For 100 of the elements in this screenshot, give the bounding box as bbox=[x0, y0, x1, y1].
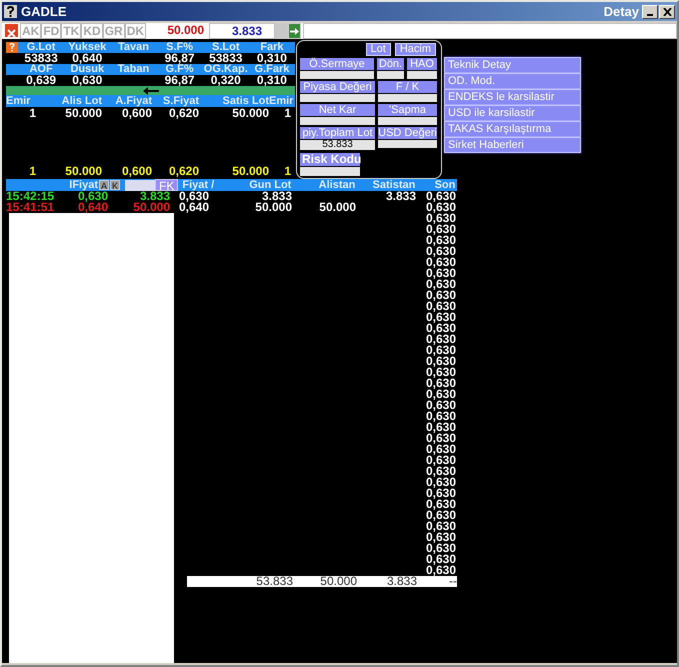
table-cell-text: 0,640 bbox=[178, 202, 209, 213]
value-field: 53.833 bbox=[300, 140, 375, 150]
trade-price: 0,630 bbox=[78, 191, 108, 202]
table-cell-text: 50.000 bbox=[64, 107, 102, 119]
toolbar-tab[interactable]: GR bbox=[102, 23, 125, 39]
value-field bbox=[378, 117, 437, 125]
column-header: Fark bbox=[259, 42, 285, 53]
trade-lot: 50.000 bbox=[132, 202, 170, 213]
table-cell-text: 50.000 bbox=[231, 165, 269, 177]
toolbar-tab[interactable]: AK bbox=[20, 23, 42, 39]
menu-item[interactable]: USD ile karsilastir bbox=[444, 105, 581, 121]
column-header: Emir bbox=[269, 95, 294, 107]
column-header: G.F% bbox=[166, 64, 195, 75]
total-cell-text: 53.833 bbox=[255, 576, 293, 587]
table-cell-text: 0,630 bbox=[424, 202, 456, 213]
menu-item[interactable]: OD. Mod. bbox=[444, 73, 581, 89]
table-cell-text: 0,630 bbox=[424, 466, 456, 477]
table-cell-text: 0,630 bbox=[424, 268, 456, 279]
popup-button[interactable]: Hacim bbox=[394, 43, 436, 56]
table-cell-text: 0,630 bbox=[424, 235, 456, 246]
table-cell-text: 0,630 bbox=[424, 213, 456, 224]
table-cell-text: 0,620 bbox=[168, 107, 199, 119]
table-cell-text: 1 bbox=[28, 165, 36, 177]
value-field bbox=[378, 140, 437, 148]
filter-button[interactable]: A bbox=[99, 180, 109, 190]
table-cell-text: 0,630 bbox=[424, 422, 456, 433]
table-cell-text: 0,630 bbox=[424, 532, 456, 543]
table-cell-text: 0,630 bbox=[424, 411, 456, 422]
trade-price: 0,640 bbox=[76, 202, 108, 213]
go-button[interactable] bbox=[288, 23, 302, 39]
table-cell-text: 0,630 bbox=[424, 543, 456, 554]
toolbar-tab[interactable]: DK bbox=[124, 23, 146, 39]
close-icon[interactable] bbox=[5, 24, 18, 37]
table-cell-text: 0,630 bbox=[424, 433, 456, 444]
column-header: Satis Lot bbox=[222, 95, 269, 107]
column-header: OG.Kap. bbox=[202, 64, 249, 75]
column-header: S.Fiyat bbox=[162, 95, 199, 107]
column-header: A.Fiyat bbox=[114, 95, 152, 107]
table-cell-text: 0,630 bbox=[424, 455, 456, 466]
menu-item[interactable]: Sirket Haberleri bbox=[444, 137, 581, 153]
table-cell-text: 0,630 bbox=[424, 400, 456, 411]
table-cell-text: 0,320 bbox=[210, 75, 241, 86]
table-cell-text: 0,630 bbox=[424, 389, 456, 400]
field-label: HAO bbox=[407, 58, 437, 70]
table-cell-text: 0,630 bbox=[424, 191, 456, 202]
close-button[interactable] bbox=[659, 4, 675, 18]
window-caption: Detay bbox=[604, 2, 639, 21]
table-cell-text: 0,630 bbox=[424, 488, 456, 499]
table-cell-text: 0,310 bbox=[256, 75, 288, 86]
minimize-button[interactable] bbox=[642, 4, 658, 18]
table-cell-text: 1 bbox=[28, 107, 36, 119]
menu-item[interactable]: Teknik Detay bbox=[444, 57, 581, 73]
table-cell-text: 3.833 bbox=[384, 191, 416, 202]
close-icon bbox=[662, 8, 672, 16]
sell-amount-field[interactable]: 50.000 bbox=[146, 23, 208, 39]
table-cell-text: 0,600 bbox=[120, 165, 152, 177]
buy-amount-field[interactable]: 3.833 bbox=[209, 23, 276, 39]
table-cell-text: 0,630 bbox=[424, 257, 456, 268]
field-label: Piyasa Değeri bbox=[300, 81, 375, 93]
column-header: AOF bbox=[28, 64, 54, 75]
table-cell-text: 0,630 bbox=[424, 521, 456, 532]
column-header: Taban bbox=[116, 64, 150, 75]
filter-button[interactable]: K bbox=[110, 180, 120, 190]
table-cell-text: 0,630 bbox=[424, 565, 456, 576]
table-cell-text: 0,630 bbox=[424, 499, 456, 510]
toolbar-tab[interactable]: FD bbox=[41, 23, 62, 39]
toolbar-tab[interactable]: KD bbox=[81, 23, 103, 39]
table-cell-text: 0,630 bbox=[424, 323, 456, 334]
menu-item[interactable]: ENDEKS le karsilastir bbox=[444, 89, 581, 105]
table-cell-text: 0,630 bbox=[424, 356, 456, 367]
table-cell-text: 0,630 bbox=[424, 477, 456, 488]
table-cell-text: 50.000 bbox=[318, 202, 356, 213]
toolbar-tab[interactable]: TK bbox=[61, 23, 82, 39]
window-title: GADLE bbox=[21, 2, 66, 21]
filter-field[interactable] bbox=[125, 180, 155, 190]
table-cell-text: 50.000 bbox=[254, 202, 292, 213]
value-field bbox=[378, 94, 437, 102]
table-cell-text: 0,630 bbox=[424, 378, 456, 389]
table-cell-text: 0,630 bbox=[71, 75, 104, 86]
table-cell-text: 0,630 bbox=[424, 312, 456, 323]
column-header: Fiyat / bbox=[181, 179, 216, 191]
help-icon[interactable] bbox=[4, 5, 17, 18]
table-cell-text: 3.833 bbox=[262, 191, 292, 202]
fk-button[interactable]: FK bbox=[155, 179, 178, 191]
value-field bbox=[377, 71, 404, 79]
column-header: Alistan bbox=[318, 179, 356, 191]
command-field[interactable] bbox=[303, 23, 677, 39]
table-cell-text: 0,630 bbox=[178, 191, 209, 202]
column-header: IFiyat bbox=[68, 179, 98, 191]
column-header: Emir bbox=[6, 95, 32, 107]
table-cell-text: 0,639 bbox=[25, 75, 58, 86]
table-cell-text: 96,87 bbox=[164, 75, 196, 86]
field-label: 'Sapma bbox=[378, 104, 437, 116]
minimize-icon bbox=[647, 14, 653, 16]
popup-button[interactable]: Lot bbox=[366, 43, 391, 56]
table-cell-text: 0,630 bbox=[424, 510, 456, 521]
field-label: Dön. bbox=[377, 58, 404, 70]
menu-item[interactable]: TAKAS Karşılaştırma bbox=[444, 121, 581, 137]
table-cell-text: 0,630 bbox=[424, 279, 456, 290]
total-cell-text: -- bbox=[449, 576, 457, 587]
